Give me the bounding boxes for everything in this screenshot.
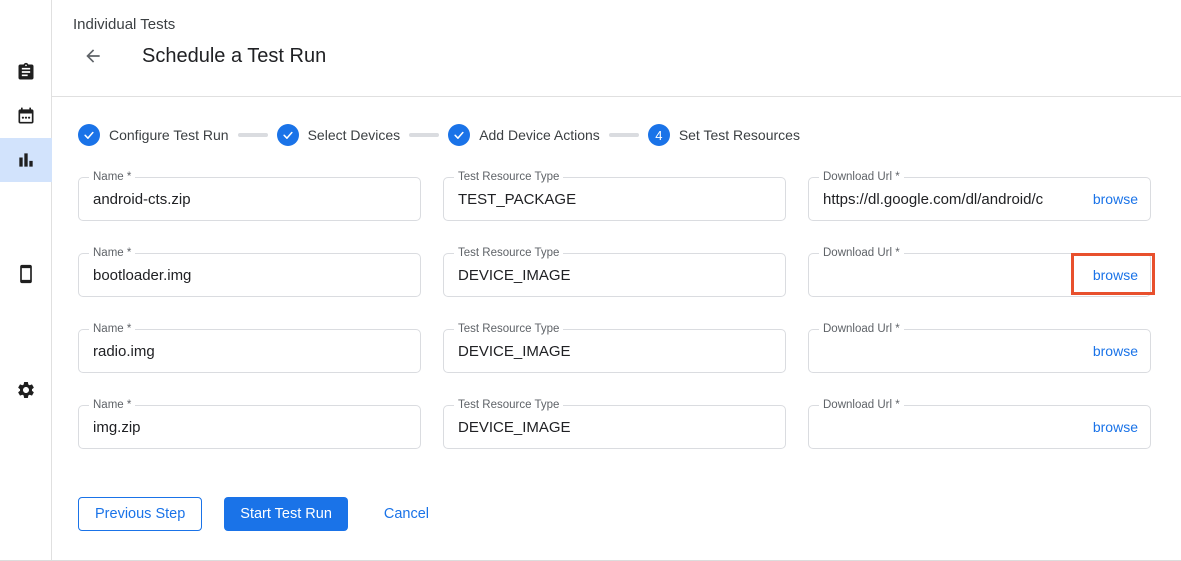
- back-button[interactable]: [81, 44, 105, 68]
- download-url-field[interactable]: Download Url * browse: [808, 253, 1151, 297]
- resource-type-label: Test Resource Type: [454, 171, 563, 184]
- browse-link[interactable]: browse: [1093, 419, 1138, 435]
- step-number-badge: 4: [648, 124, 670, 146]
- browse-link[interactable]: browse: [1093, 343, 1138, 359]
- download-url-input[interactable]: [823, 191, 1083, 208]
- name-field-label: Name *: [89, 247, 135, 260]
- step-complete-icon: [448, 124, 470, 146]
- browse-link[interactable]: browse: [1093, 267, 1138, 283]
- name-field-label: Name *: [89, 399, 135, 412]
- step-set-test-resources[interactable]: 4 Set Test Resources: [648, 124, 800, 146]
- name-input[interactable]: [93, 343, 408, 360]
- name-field[interactable]: Name *: [78, 253, 421, 297]
- name-field[interactable]: Name *: [78, 177, 421, 221]
- name-field[interactable]: Name *: [78, 329, 421, 373]
- sidebar: [0, 0, 52, 560]
- form-actions: Previous Step Start Test Run Cancel: [78, 497, 1151, 531]
- check-icon: [281, 128, 295, 142]
- arrow-left-icon: [83, 46, 103, 66]
- previous-step-button[interactable]: Previous Step: [78, 497, 202, 531]
- name-input[interactable]: [93, 419, 408, 436]
- step-complete-icon: [277, 124, 299, 146]
- sidebar-item-devices[interactable]: [0, 252, 52, 296]
- step-label: Set Test Resources: [679, 127, 800, 143]
- gear-icon: [16, 380, 36, 400]
- cancel-button[interactable]: Cancel: [384, 506, 429, 522]
- sidebar-item-test-suites[interactable]: [0, 50, 52, 94]
- download-url-field[interactable]: Download Url * browse: [808, 405, 1151, 449]
- resource-type-input[interactable]: [458, 267, 773, 284]
- download-url-label: Download Url *: [819, 323, 904, 336]
- step-label: Add Device Actions: [479, 127, 600, 143]
- test-resources-form: Name * Test Resource Type Download Url *…: [78, 177, 1151, 449]
- step-connector: [238, 133, 268, 137]
- step-label: Configure Test Run: [109, 127, 229, 143]
- resource-row: Name * Test Resource Type Download Url *…: [78, 177, 1151, 221]
- download-url-field[interactable]: Download Url * browse: [808, 329, 1151, 373]
- start-test-run-button[interactable]: Start Test Run: [224, 497, 348, 531]
- resource-type-field[interactable]: Test Resource Type: [443, 177, 786, 221]
- smartphone-icon: [16, 264, 36, 284]
- resource-type-label: Test Resource Type: [454, 323, 563, 336]
- name-field-label: Name *: [89, 171, 135, 184]
- resource-type-input[interactable]: [458, 191, 773, 208]
- resource-type-label: Test Resource Type: [454, 247, 563, 260]
- resource-row: Name * Test Resource Type Download Url *…: [78, 405, 1151, 449]
- download-url-input[interactable]: [823, 267, 1083, 284]
- step-label: Select Devices: [308, 127, 401, 143]
- download-url-label: Download Url *: [819, 247, 904, 260]
- name-field[interactable]: Name *: [78, 405, 421, 449]
- step-configure-test-run[interactable]: Configure Test Run: [78, 124, 229, 146]
- download-url-field[interactable]: Download Url * browse: [808, 177, 1151, 221]
- sidebar-item-test-runs[interactable]: [0, 138, 52, 182]
- resource-type-field[interactable]: Test Resource Type: [443, 405, 786, 449]
- download-url-input[interactable]: [823, 419, 1083, 436]
- download-url-label: Download Url *: [819, 171, 904, 184]
- resource-type-input[interactable]: [458, 419, 773, 436]
- bar-chart-icon: [16, 150, 36, 170]
- check-icon: [82, 128, 96, 142]
- page-title: Schedule a Test Run: [142, 45, 326, 68]
- step-number: 4: [655, 128, 662, 143]
- resource-type-input[interactable]: [458, 343, 773, 360]
- sidebar-item-settings[interactable]: [0, 368, 52, 412]
- main-content: Individual Tests Schedule a Test Run Con…: [52, 0, 1181, 560]
- name-input[interactable]: [93, 191, 408, 208]
- step-complete-icon: [78, 124, 100, 146]
- app-window: Individual Tests Schedule a Test Run Con…: [0, 0, 1181, 561]
- resource-type-label: Test Resource Type: [454, 399, 563, 412]
- download-url-input[interactable]: [823, 343, 1083, 360]
- browse-link[interactable]: browse: [1093, 191, 1138, 207]
- resource-row: Name * Test Resource Type Download Url *…: [78, 253, 1151, 297]
- step-select-devices[interactable]: Select Devices: [277, 124, 401, 146]
- name-field-label: Name *: [89, 323, 135, 336]
- sidebar-item-test-plans[interactable]: [0, 94, 52, 138]
- stepper: Configure Test Run Select Devices Add De…: [78, 124, 1151, 146]
- resource-type-field[interactable]: Test Resource Type: [443, 329, 786, 373]
- resource-type-field[interactable]: Test Resource Type: [443, 253, 786, 297]
- calendar-icon: [16, 106, 36, 126]
- name-input[interactable]: [93, 267, 408, 284]
- step-connector: [609, 133, 639, 137]
- page-header: Individual Tests Schedule a Test Run: [52, 0, 1181, 96]
- clipboard-icon: [16, 62, 36, 82]
- resource-row: Name * Test Resource Type Download Url *…: [78, 329, 1151, 373]
- step-connector: [409, 133, 439, 137]
- breadcrumb: Individual Tests: [73, 16, 1181, 33]
- step-add-device-actions[interactable]: Add Device Actions: [448, 124, 600, 146]
- check-icon: [452, 128, 466, 142]
- download-url-label: Download Url *: [819, 399, 904, 412]
